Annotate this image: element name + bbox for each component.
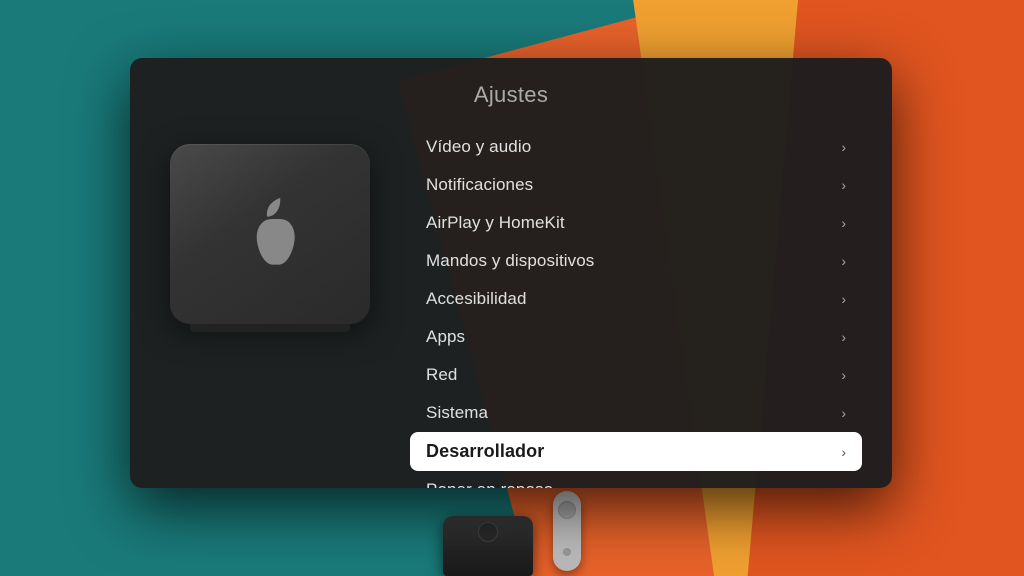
menu-item-label-notificaciones: Notificaciones [426, 175, 533, 195]
apple-tv-box [443, 516, 533, 576]
apple-tv-device [170, 144, 370, 324]
chevron-icon-apps: › [841, 329, 846, 345]
menu-item-sistema[interactable]: Sistema › [410, 394, 862, 432]
screen-content: Vídeo y audio › Notificaciones › AirPlay… [130, 124, 892, 488]
device-illustration [160, 124, 380, 324]
hardware-area [443, 491, 581, 576]
menu-item-video-audio[interactable]: Vídeo y audio › [410, 128, 862, 166]
chevron-icon-sistema: › [841, 405, 846, 421]
menu-item-desarrollador[interactable]: Desarrollador › [410, 432, 862, 471]
menu-item-label-red: Red [426, 365, 458, 385]
menu-item-label-mandos-dispositivos: Mandos y dispositivos [426, 251, 594, 271]
chevron-icon-red: › [841, 367, 846, 383]
screen-title: Ajustes [130, 58, 892, 124]
menu-list: Vídeo y audio › Notificaciones › AirPlay… [410, 124, 862, 488]
chevron-icon-airplay-homekit: › [841, 215, 846, 231]
menu-item-label-accesibilidad: Accesibilidad [426, 289, 527, 309]
tv-screen: Ajustes Vídeo y audio › Notificaciones ›… [130, 58, 892, 488]
chevron-icon-desarrollador: › [841, 444, 846, 460]
menu-item-red[interactable]: Red › [410, 356, 862, 394]
chevron-icon-mandos-dispositivos: › [841, 253, 846, 269]
menu-item-label-sistema: Sistema [426, 403, 488, 423]
menu-item-mandos-dispositivos[interactable]: Mandos y dispositivos › [410, 242, 862, 280]
menu-item-label-video-audio: Vídeo y audio [426, 137, 531, 157]
menu-item-apps[interactable]: Apps › [410, 318, 862, 356]
chevron-icon-notificaciones: › [841, 177, 846, 193]
chevron-icon-video-audio: › [841, 139, 846, 155]
menu-item-label-poner-en-reposo: Poner en reposo [426, 480, 553, 488]
menu-item-label-airplay-homekit: AirPlay y HomeKit [426, 213, 565, 233]
apple-remote [553, 491, 581, 571]
menu-item-airplay-homekit[interactable]: AirPlay y HomeKit › [410, 204, 862, 242]
apple-logo-icon [240, 198, 300, 270]
menu-item-poner-en-reposo[interactable]: Poner en reposo [410, 471, 862, 488]
menu-item-accesibilidad[interactable]: Accesibilidad › [410, 280, 862, 318]
menu-item-label-desarrollador: Desarrollador [426, 441, 544, 462]
menu-item-notificaciones[interactable]: Notificaciones › [410, 166, 862, 204]
menu-item-label-apps: Apps [426, 327, 465, 347]
chevron-icon-accesibilidad: › [841, 291, 846, 307]
